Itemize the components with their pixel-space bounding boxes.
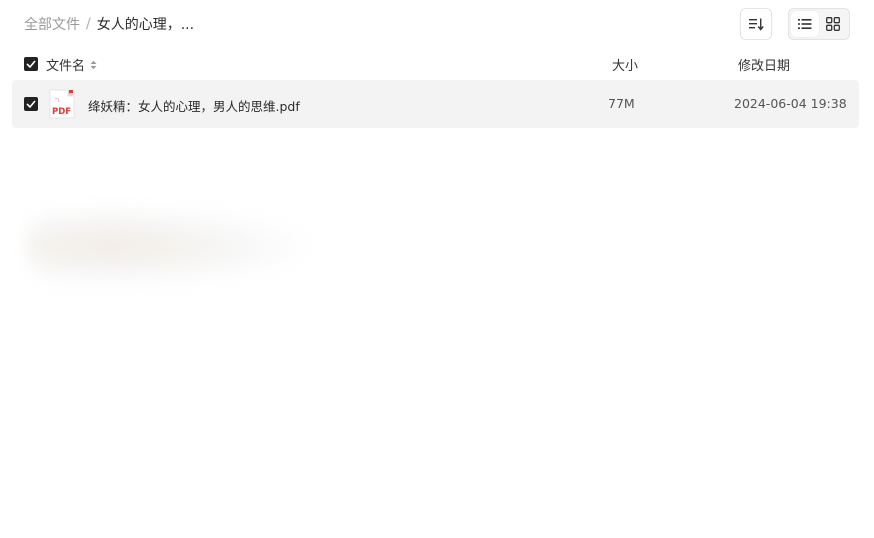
view-toggle: [788, 8, 850, 40]
sort-caret-icon: [90, 60, 97, 70]
column-header-size[interactable]: 大小: [612, 55, 638, 74]
breadcrumb-current: 女人的心理，...: [96, 17, 195, 33]
row-checkbox[interactable]: [24, 97, 38, 111]
select-all-checkbox[interactable]: [24, 57, 38, 71]
file-name[interactable]: 绛妖精：女人的心理，男人的思维.pdf: [88, 96, 300, 115]
sort-list-icon: [749, 18, 764, 31]
check-icon: [26, 60, 36, 68]
file-size: 77M: [608, 96, 635, 111]
pdf-file-icon: PDF: [49, 89, 75, 119]
table-header: 文件名 大小 修改日期: [12, 48, 859, 80]
column-header-modified[interactable]: 修改日期: [738, 55, 790, 74]
breadcrumb: 全部文件 / 女人的心理，...: [24, 14, 194, 34]
grid-view-icon: [826, 17, 840, 31]
list-view-button[interactable]: [791, 11, 819, 37]
breadcrumb-root-link[interactable]: 全部文件: [24, 14, 80, 34]
table-row[interactable]: PDF 绛妖精：女人的心理，男人的思维.pdf 77M 2024-06-04 1…: [12, 80, 859, 128]
column-header-name[interactable]: 文件名: [46, 55, 97, 74]
grid-view-button[interactable]: [819, 11, 847, 37]
check-icon: [26, 100, 36, 108]
list-view-icon: [798, 19, 812, 29]
svg-text:PDF: PDF: [52, 107, 71, 117]
loading-placeholder-blur: [26, 206, 306, 286]
sort-button[interactable]: [740, 8, 772, 40]
breadcrumb-separator: /: [86, 16, 91, 32]
column-header-name-label: 文件名: [46, 59, 86, 74]
top-bar: 全部文件 / 女人的心理，...: [0, 0, 874, 48]
file-browser: 全部文件 / 女人的心理，... 文件名 大小 修改日期 PDF 绛妖精：女人的…: [0, 0, 874, 538]
file-modified-date: 2024-06-04 19:38: [734, 96, 847, 111]
